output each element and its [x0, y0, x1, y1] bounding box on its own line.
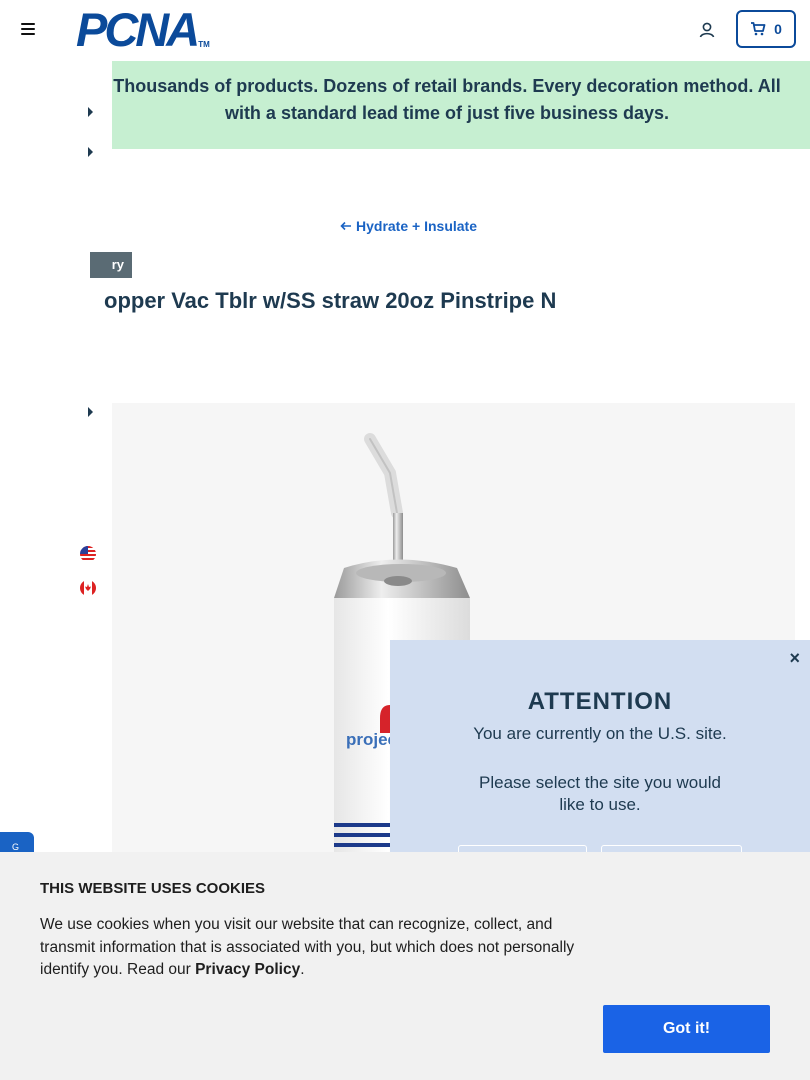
cart-icon [751, 22, 766, 36]
logo-text: PCNA [76, 3, 200, 56]
popup-select-text: Please select the site you would like to… [479, 773, 721, 814]
cookie-title: THIS WEBSITE USES COOKIES [40, 880, 266, 897]
menu-icon[interactable] [21, 23, 35, 35]
site-header: PCNA TM 0 [0, 0, 810, 60]
back-link-label: Hydrate + Insulate [356, 218, 477, 234]
side-menu-caret-icon[interactable] [88, 407, 93, 417]
close-icon[interactable]: × [789, 648, 800, 669]
arrow-left-icon [340, 221, 351, 231]
side-menu-caret-icon[interactable] [88, 147, 93, 157]
cookie-banner: THIS WEBSITE USES COOKIES We use cookies… [0, 852, 810, 1080]
cookie-body-text: We use cookies when you visit our websit… [40, 916, 575, 978]
cookie-body: We use cookies when you visit our websit… [40, 914, 600, 982]
chat-tab-label: G [12, 842, 20, 852]
back-to-category-link[interactable]: Hydrate + Insulate [340, 217, 477, 235]
popup-current-site-text: You are currently on the U.S. site. [473, 724, 727, 743]
promo-banner: Thousands of products. Dozens of retail … [112, 61, 810, 149]
account-icon[interactable] [698, 21, 716, 39]
category-tag: ry [90, 252, 132, 278]
logo-trademark: TM [198, 40, 210, 49]
product-title: opper Vac Tblr w/SS straw 20oz Pinstripe… [104, 288, 557, 313]
cookie-body-end: . [300, 961, 305, 978]
cart-count: 0 [774, 21, 782, 37]
got-it-button[interactable]: Got it! [603, 1005, 770, 1053]
promo-banner-text: Thousands of products. Dozens of retail … [113, 76, 781, 123]
site-select-popup: × ATTENTION You are currently on the U.S… [390, 640, 810, 860]
canada-flag-icon[interactable] [80, 580, 96, 596]
us-flag-icon[interactable] [80, 546, 96, 562]
privacy-policy-link[interactable]: Privacy Policy [195, 961, 300, 978]
pcna-logo[interactable]: PCNA TM [76, 3, 210, 56]
cart-button[interactable]: 0 [736, 10, 796, 48]
popup-title: ATTENTION [527, 688, 673, 715]
side-menu-caret-icon[interactable] [88, 107, 93, 117]
